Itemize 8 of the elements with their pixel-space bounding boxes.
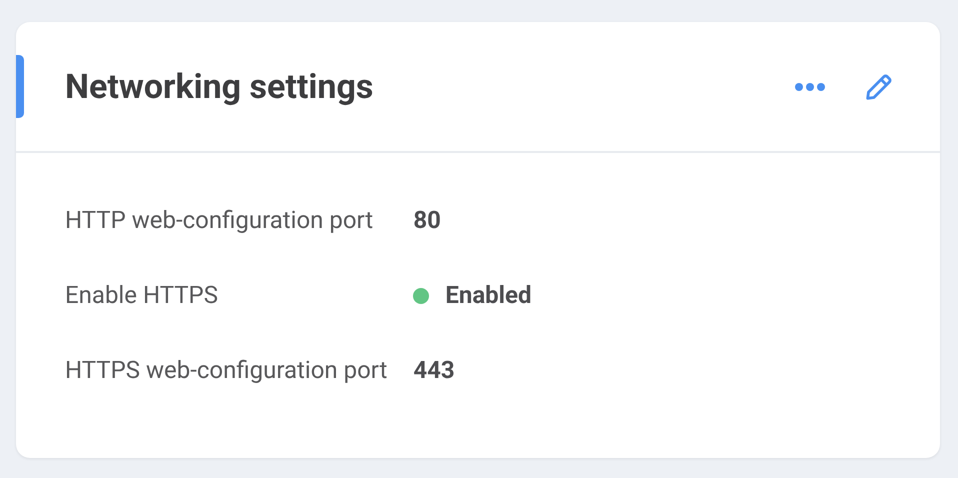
- setting-label: HTTP web-configuration port: [65, 205, 374, 236]
- setting-label: HTTPS web-configuration port: [65, 355, 388, 386]
- more-icon: [794, 82, 826, 92]
- setting-label: Enable HTTPS: [65, 280, 219, 311]
- setting-value: 80: [413, 205, 441, 236]
- status-value: Enabled: [445, 280, 532, 311]
- card-title: Networking settings: [65, 66, 374, 106]
- setting-value: 443: [413, 355, 455, 386]
